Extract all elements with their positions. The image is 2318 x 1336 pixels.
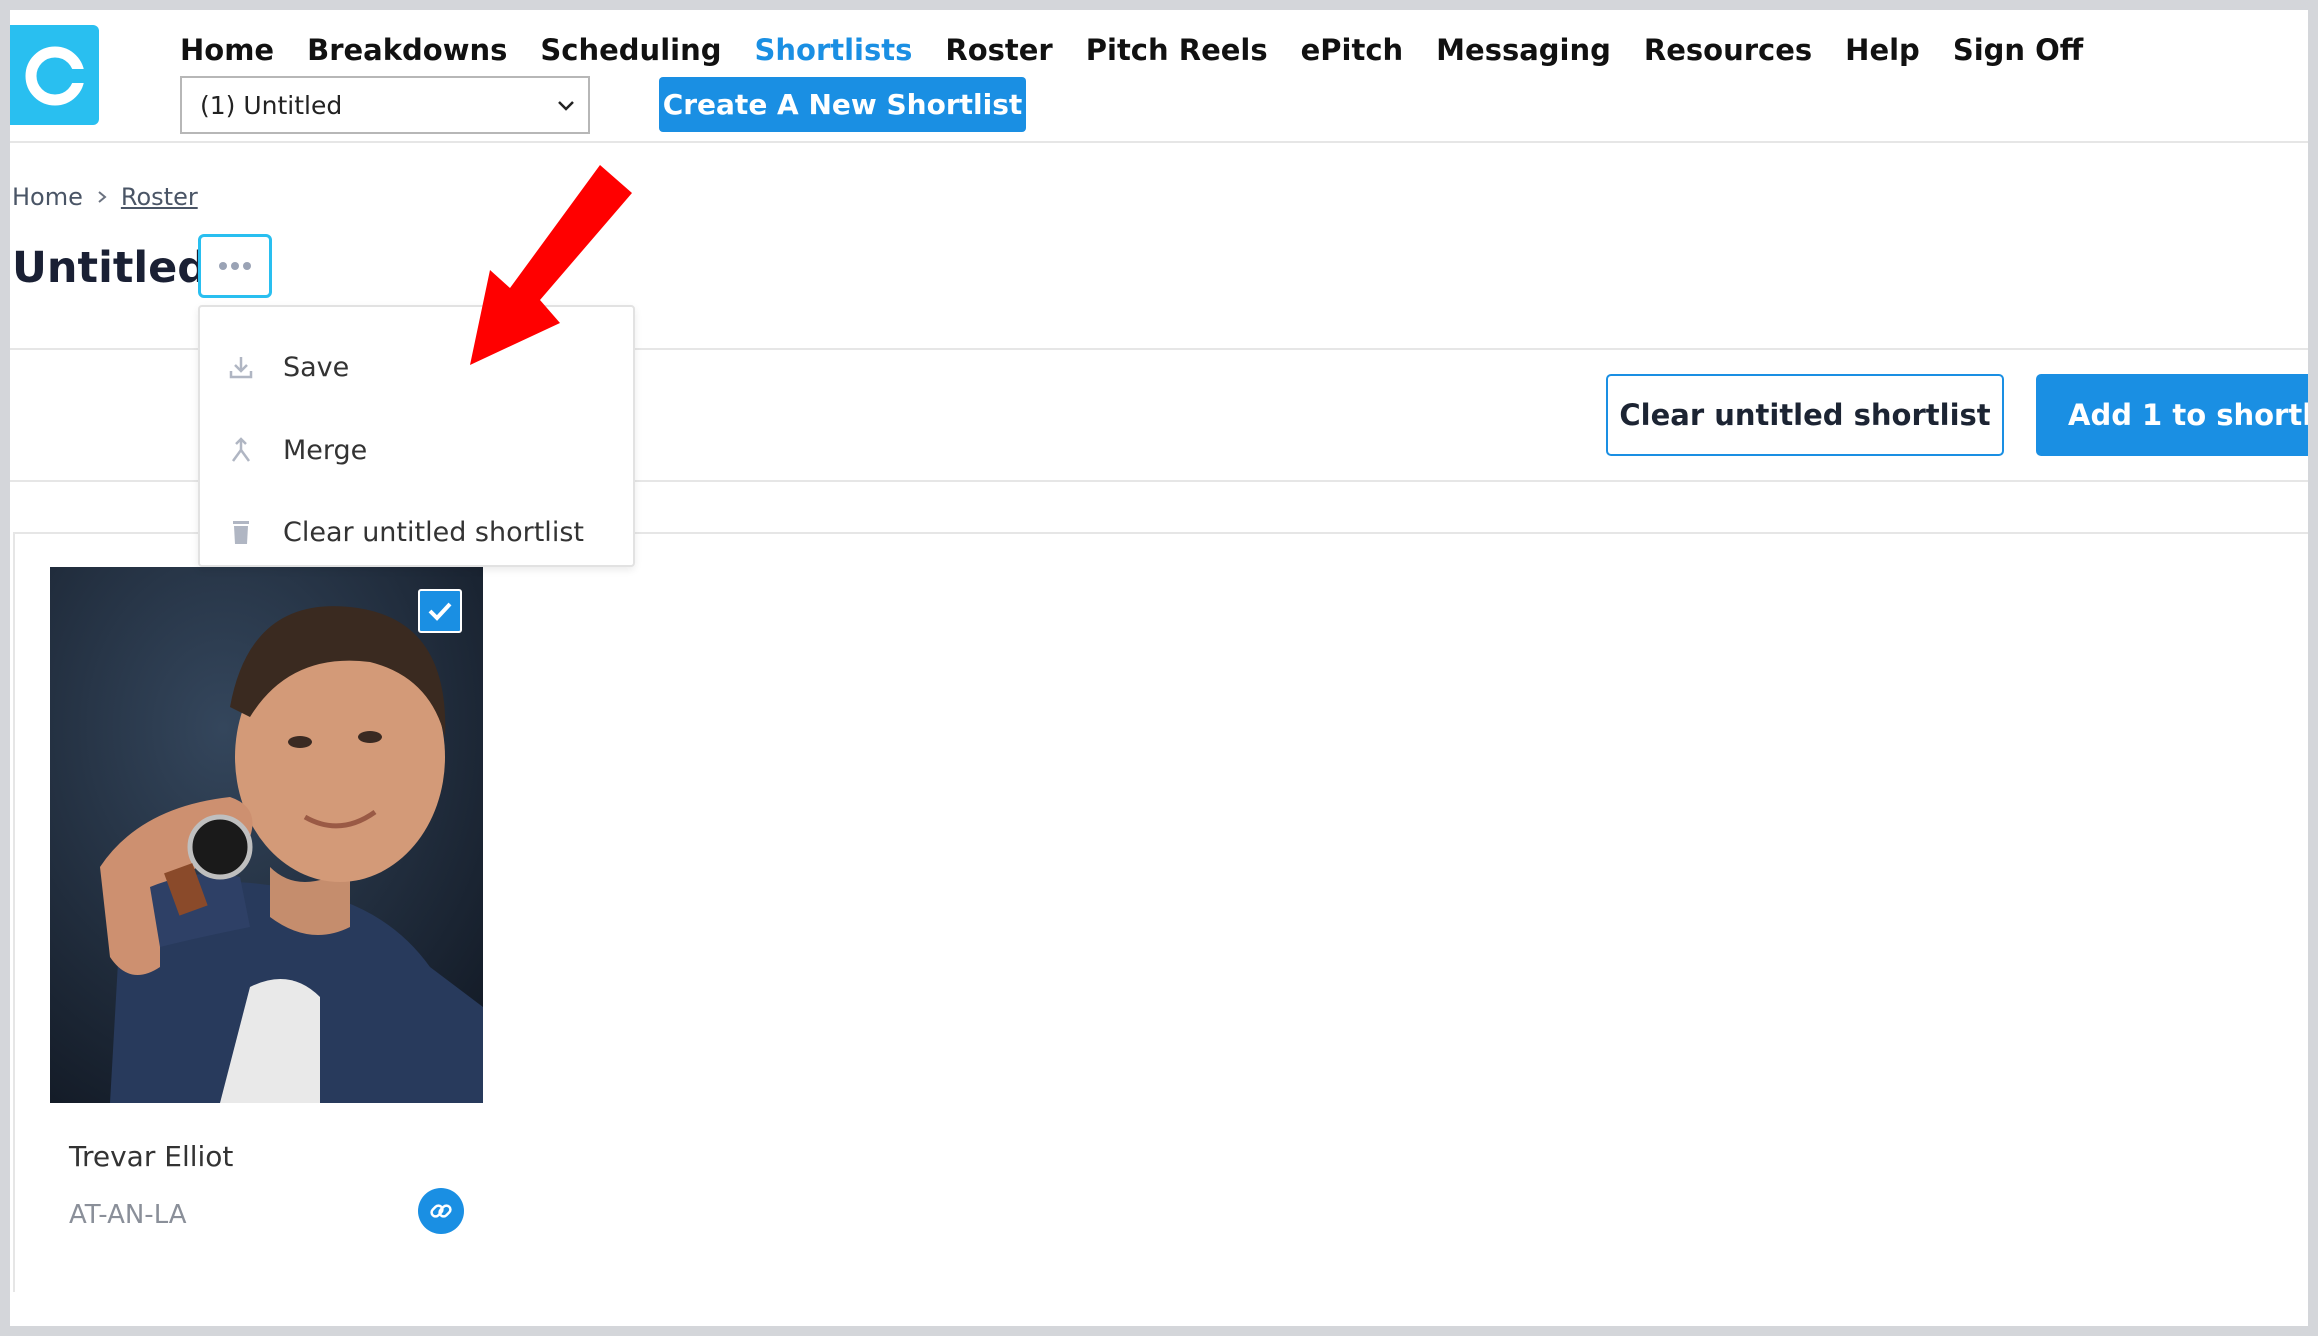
nav-roster[interactable]: Roster — [945, 30, 1052, 70]
chevron-down-icon — [558, 101, 574, 111]
shortlist-select-value: (1) Untitled — [200, 90, 343, 120]
menu-item-merge[interactable]: Merge — [200, 420, 633, 480]
link-icon — [430, 1204, 452, 1218]
top-nav: Home Breakdowns Scheduling Shortlists Ro… — [180, 30, 2116, 70]
nav-home[interactable]: Home — [180, 30, 274, 70]
nav-scheduling[interactable]: Scheduling — [540, 30, 721, 70]
nav-shortlists[interactable]: Shortlists — [755, 30, 913, 70]
talent-name[interactable]: Trevar Elliot — [69, 1140, 233, 1173]
talent-link-button[interactable] — [418, 1188, 464, 1234]
menu-item-label: Save — [283, 351, 350, 383]
breadcrumb-roster[interactable]: Roster — [121, 183, 198, 211]
clear-shortlist-button[interactable]: Clear untitled shortlist — [1606, 374, 2004, 456]
shortlist-select[interactable]: (1) Untitled — [180, 76, 590, 134]
menu-item-clear[interactable]: Clear untitled shortlist — [200, 502, 633, 562]
ellipsis-icon — [219, 262, 251, 270]
nav-pitch-reels[interactable]: Pitch Reels — [1086, 30, 1268, 70]
checkmark-icon — [428, 602, 452, 621]
more-options-button[interactable] — [198, 234, 272, 298]
page-title: Untitled — [12, 243, 209, 293]
talent-code: AT-AN-LA — [69, 1200, 187, 1230]
merge-icon — [226, 435, 256, 465]
app-frame: Home Breakdowns Scheduling Shortlists Ro… — [10, 10, 2308, 1326]
nav-resources[interactable]: Resources — [1644, 30, 1812, 70]
talent-photo[interactable] — [50, 567, 483, 1103]
nav-breakdowns[interactable]: Breakdowns — [307, 30, 507, 70]
header-divider — [10, 141, 2308, 143]
create-shortlist-button[interactable]: Create A New Shortlist — [659, 77, 1026, 132]
nav-sign-off[interactable]: Sign Off — [1953, 30, 2083, 70]
chevron-right-icon — [95, 190, 109, 204]
download-icon — [226, 352, 256, 382]
menu-item-label: Merge — [283, 434, 368, 466]
breadcrumb: Home Roster — [12, 183, 198, 211]
add-to-shortlist-button[interactable]: Add 1 to shortlist — [2036, 374, 2308, 456]
nav-messaging[interactable]: Messaging — [1436, 30, 1611, 70]
menu-item-label: Clear untitled shortlist — [283, 516, 584, 548]
breadcrumb-home[interactable]: Home — [12, 183, 83, 211]
nav-help[interactable]: Help — [1845, 30, 1920, 70]
talent-select-checkbox[interactable] — [418, 589, 462, 633]
trash-icon — [226, 517, 256, 547]
brand-logo[interactable] — [10, 25, 99, 125]
annotation-arrow — [470, 165, 632, 365]
logo-c-icon — [25, 46, 88, 106]
nav-epitch[interactable]: ePitch — [1301, 30, 1404, 70]
